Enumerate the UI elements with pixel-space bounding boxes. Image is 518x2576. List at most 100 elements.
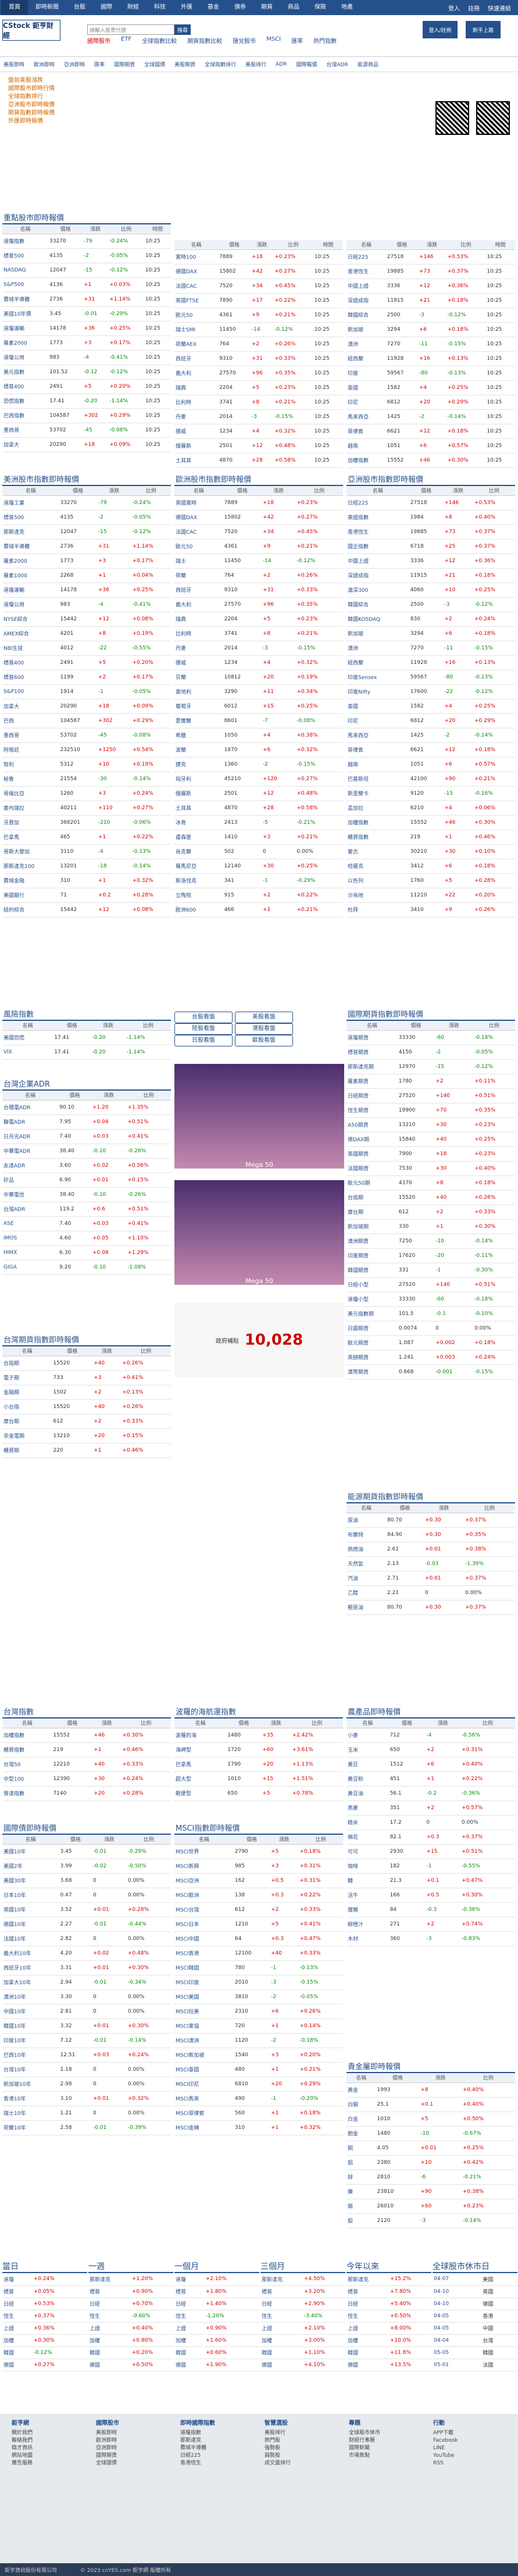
table-row[interactable]: 比利時 3741 +8 +0.21% bbox=[174, 626, 343, 641]
subnav-item[interactable]: ADR bbox=[276, 62, 287, 67]
table-row[interactable]: 上證 +0.36% bbox=[2, 2322, 87, 2335]
topbar-item[interactable]: 國際 bbox=[93, 0, 120, 15]
table-row[interactable]: 糖 21.3 +0.1 +0.47% bbox=[346, 1873, 515, 1888]
intro-link[interactable]: 亞洲股市即時報價 bbox=[8, 101, 510, 109]
footer-link[interactable]: 那斯達克 bbox=[180, 2437, 250, 2445]
table-row[interactable]: 櫃買期 220 +1 +0.46% bbox=[2, 1443, 171, 1458]
footer-link[interactable]: 市場焦點 bbox=[349, 2452, 419, 2460]
quote-name[interactable]: 日月光ADR bbox=[2, 1129, 59, 1144]
quote-name[interactable]: 丹麥 bbox=[174, 409, 219, 424]
table-row[interactable]: 加拿大 20290 +18 +0.09% 10:25 bbox=[2, 437, 171, 452]
topbar-link[interactable]: 快速連結 bbox=[488, 3, 511, 12]
quote-name[interactable]: 紐約綜合 bbox=[2, 902, 59, 917]
quote-name[interactable]: MSCI香港 bbox=[174, 1946, 234, 1961]
table-row[interactable]: 阿根廷 232510 +1250 +0.54% bbox=[2, 742, 171, 758]
table-row[interactable]: 白銀 25.1 +0.1 +0.40% bbox=[346, 2097, 515, 2112]
table-row[interactable]: 天然氣 2.13 -0.03 -1.39% bbox=[346, 1556, 515, 1571]
performance-name[interactable]: 日經 bbox=[88, 2298, 131, 2310]
footer-link[interactable]: 道瓊指數 bbox=[180, 2429, 250, 2437]
quote-name[interactable]: 日本10年 bbox=[2, 1888, 59, 1903]
table-row[interactable]: 菲律賓 6621 +12 +0.18% 10:25 bbox=[346, 424, 515, 439]
table-row[interactable]: 標普 +3.20% bbox=[260, 2285, 345, 2298]
quote-name[interactable]: 委內瑞拉 bbox=[2, 801, 59, 816]
login-button[interactable]: 登入/註冊 bbox=[423, 21, 458, 38]
quote-name[interactable]: 日經期貨 bbox=[346, 1088, 398, 1103]
quote-name[interactable]: 新加坡10年 bbox=[2, 2077, 59, 2092]
table-row[interactable]: 牙買加 368201 -210 -0.06% bbox=[2, 815, 171, 830]
performance-name[interactable]: 日經 bbox=[346, 2298, 389, 2310]
performance-name[interactable]: 德國 bbox=[2, 2359, 33, 2371]
table-row[interactable]: 台灣ADR 119.2 +0.6 +0.51% bbox=[2, 1202, 171, 1217]
quote-name[interactable]: 黃豆粉 bbox=[346, 1771, 389, 1787]
footer-link[interactable]: 熱門股 bbox=[265, 2437, 334, 2445]
table-row[interactable]: 國企指數 6718 +25 +0.37% bbox=[346, 539, 515, 554]
quote-name[interactable]: 波羅的海 bbox=[174, 1728, 227, 1743]
quote-name[interactable]: 深證成指 bbox=[346, 568, 409, 583]
quote-name[interactable]: 錫 bbox=[346, 2199, 376, 2214]
table-row[interactable]: 日圓期貨 0.0074 0 0.00% bbox=[346, 1321, 515, 1336]
performance-name[interactable]: 加權 bbox=[346, 2334, 389, 2347]
quote-name[interactable]: 美元指數 bbox=[2, 365, 49, 380]
table-row[interactable]: 矽品 6.90 +0.01 +0.15% bbox=[2, 1173, 171, 1188]
quote-name[interactable]: MSCI台灣 bbox=[174, 1902, 234, 1917]
table-row[interactable]: 上證 +8.00% bbox=[346, 2322, 431, 2335]
quote-name[interactable]: MSCI新加坡 bbox=[174, 2048, 234, 2063]
table-row[interactable]: 韓國綜合 2500 -3 -0.12% bbox=[346, 597, 515, 612]
site-logo[interactable]: CStock 鉅亨財經 bbox=[2, 20, 60, 41]
header-nav-item[interactable]: 匯兌股市 bbox=[233, 36, 256, 45]
footer-link[interactable]: 財經行事曆 bbox=[349, 2437, 419, 2445]
quote-name[interactable]: 沙烏地 bbox=[346, 888, 409, 903]
quote-name[interactable]: 新加坡 bbox=[346, 626, 409, 641]
quote-name[interactable]: 羅素期貨 bbox=[346, 1074, 398, 1089]
quote-name[interactable]: 熱燃油 bbox=[346, 1542, 386, 1557]
table-row[interactable]: 標普500 4135 -2 -0.05% bbox=[2, 510, 171, 525]
table-row[interactable]: 羅素1000 2268 +1 +0.04% bbox=[2, 568, 171, 583]
quote-name[interactable]: 費城半導體 bbox=[2, 292, 49, 307]
quote-name[interactable]: 國企指數 bbox=[346, 539, 409, 554]
performance-name[interactable]: 韓國 bbox=[174, 2346, 205, 2359]
quote-name[interactable]: 紐西蘭 bbox=[346, 655, 409, 670]
table-row[interactable]: 泰國 1582 +4 +0.25% 10:25 bbox=[346, 380, 515, 395]
table-row[interactable]: 澳洲 7270 -11 -0.15% bbox=[346, 641, 515, 656]
table-row[interactable]: 馬來西亞 1425 -2 -0.14% bbox=[346, 728, 515, 743]
footer-link[interactable]: 廣告服務 bbox=[12, 2460, 81, 2467]
quote-name[interactable]: 白金 bbox=[346, 2111, 376, 2127]
table-row[interactable]: 韓國 +1.10% bbox=[260, 2346, 345, 2359]
quote-name[interactable]: 糙米 bbox=[346, 1815, 389, 1830]
topbar-link[interactable]: 註冊 bbox=[468, 3, 480, 12]
table-row[interactable]: 羅素2000 1773 +3 +0.17% 10:25 bbox=[2, 335, 171, 351]
quote-name[interactable]: 越南 bbox=[346, 757, 409, 772]
table-row[interactable]: 挪威 1234 +4 +0.32% 10:25 bbox=[174, 424, 343, 439]
quote-name[interactable]: 標普600 bbox=[2, 670, 59, 685]
topbar-item[interactable]: 地產 bbox=[334, 0, 360, 15]
quote-name[interactable]: 加拿大10年 bbox=[2, 1975, 59, 1990]
quote-name[interactable]: 牙買加 bbox=[2, 815, 59, 830]
performance-name[interactable]: 德國 bbox=[260, 2359, 303, 2371]
performance-name[interactable]: 上證 bbox=[346, 2322, 389, 2335]
topbar-item[interactable]: 財經 bbox=[120, 0, 147, 15]
table-row[interactable]: 俄羅斯 2501 +12 +0.48% 10:25 bbox=[174, 438, 343, 453]
quote-name[interactable]: 巴拿馬 bbox=[174, 1757, 227, 1772]
table-row[interactable]: 布蘭特 84.90 +0.30 +0.35% bbox=[346, 1527, 515, 1542]
quote-name[interactable]: 棉花 bbox=[346, 1830, 389, 1845]
table-row[interactable]: 鋅 2810 -6 -0.21% bbox=[346, 2170, 515, 2185]
table-row[interactable]: 黃豆粉 451 +1 +0.22% bbox=[346, 1771, 515, 1787]
table-row[interactable]: 摩台期 612 +2 +0.33% bbox=[2, 1414, 171, 1429]
topbar-item[interactable]: 科技 bbox=[147, 0, 173, 15]
subnav-item[interactable]: 全球指數排行 bbox=[205, 60, 236, 68]
quote-name[interactable]: 柳橙汁 bbox=[346, 1917, 389, 1932]
quote-name[interactable]: MSCI韓國 bbox=[174, 1960, 234, 1975]
table-row[interactable]: 輕原油 80.70 +0.30 +0.37% bbox=[346, 1600, 515, 1615]
table-row[interactable]: 德國10年 2.27 -0.01 -0.44% bbox=[2, 1917, 171, 1932]
table-row[interactable]: 台灣50 12210 +40 +0.33% bbox=[2, 1757, 171, 1772]
table-row[interactable]: MSCI菲律賓 560 +1 +0.18% bbox=[174, 2106, 343, 2121]
table-row[interactable]: 匈牙利 45210 +120 +0.27% bbox=[174, 771, 343, 787]
quote-name[interactable]: 巴基斯坦 bbox=[346, 771, 409, 787]
footer-link[interactable]: YouTube bbox=[433, 2452, 503, 2460]
topbar-item[interactable]: 首頁 bbox=[1, 0, 28, 15]
table-row[interactable]: 泰國 1582 +4 +0.25% bbox=[346, 699, 515, 714]
header-nav-item[interactable]: ETF bbox=[121, 36, 131, 45]
ad-banner[interactable]: Mega 50 bbox=[174, 1064, 344, 1169]
table-row[interactable]: 盧森堡 1410 +3 +0.21% bbox=[174, 830, 343, 845]
table-row[interactable]: VIX 17.41 -0.20 -1.14% bbox=[2, 1045, 171, 1060]
